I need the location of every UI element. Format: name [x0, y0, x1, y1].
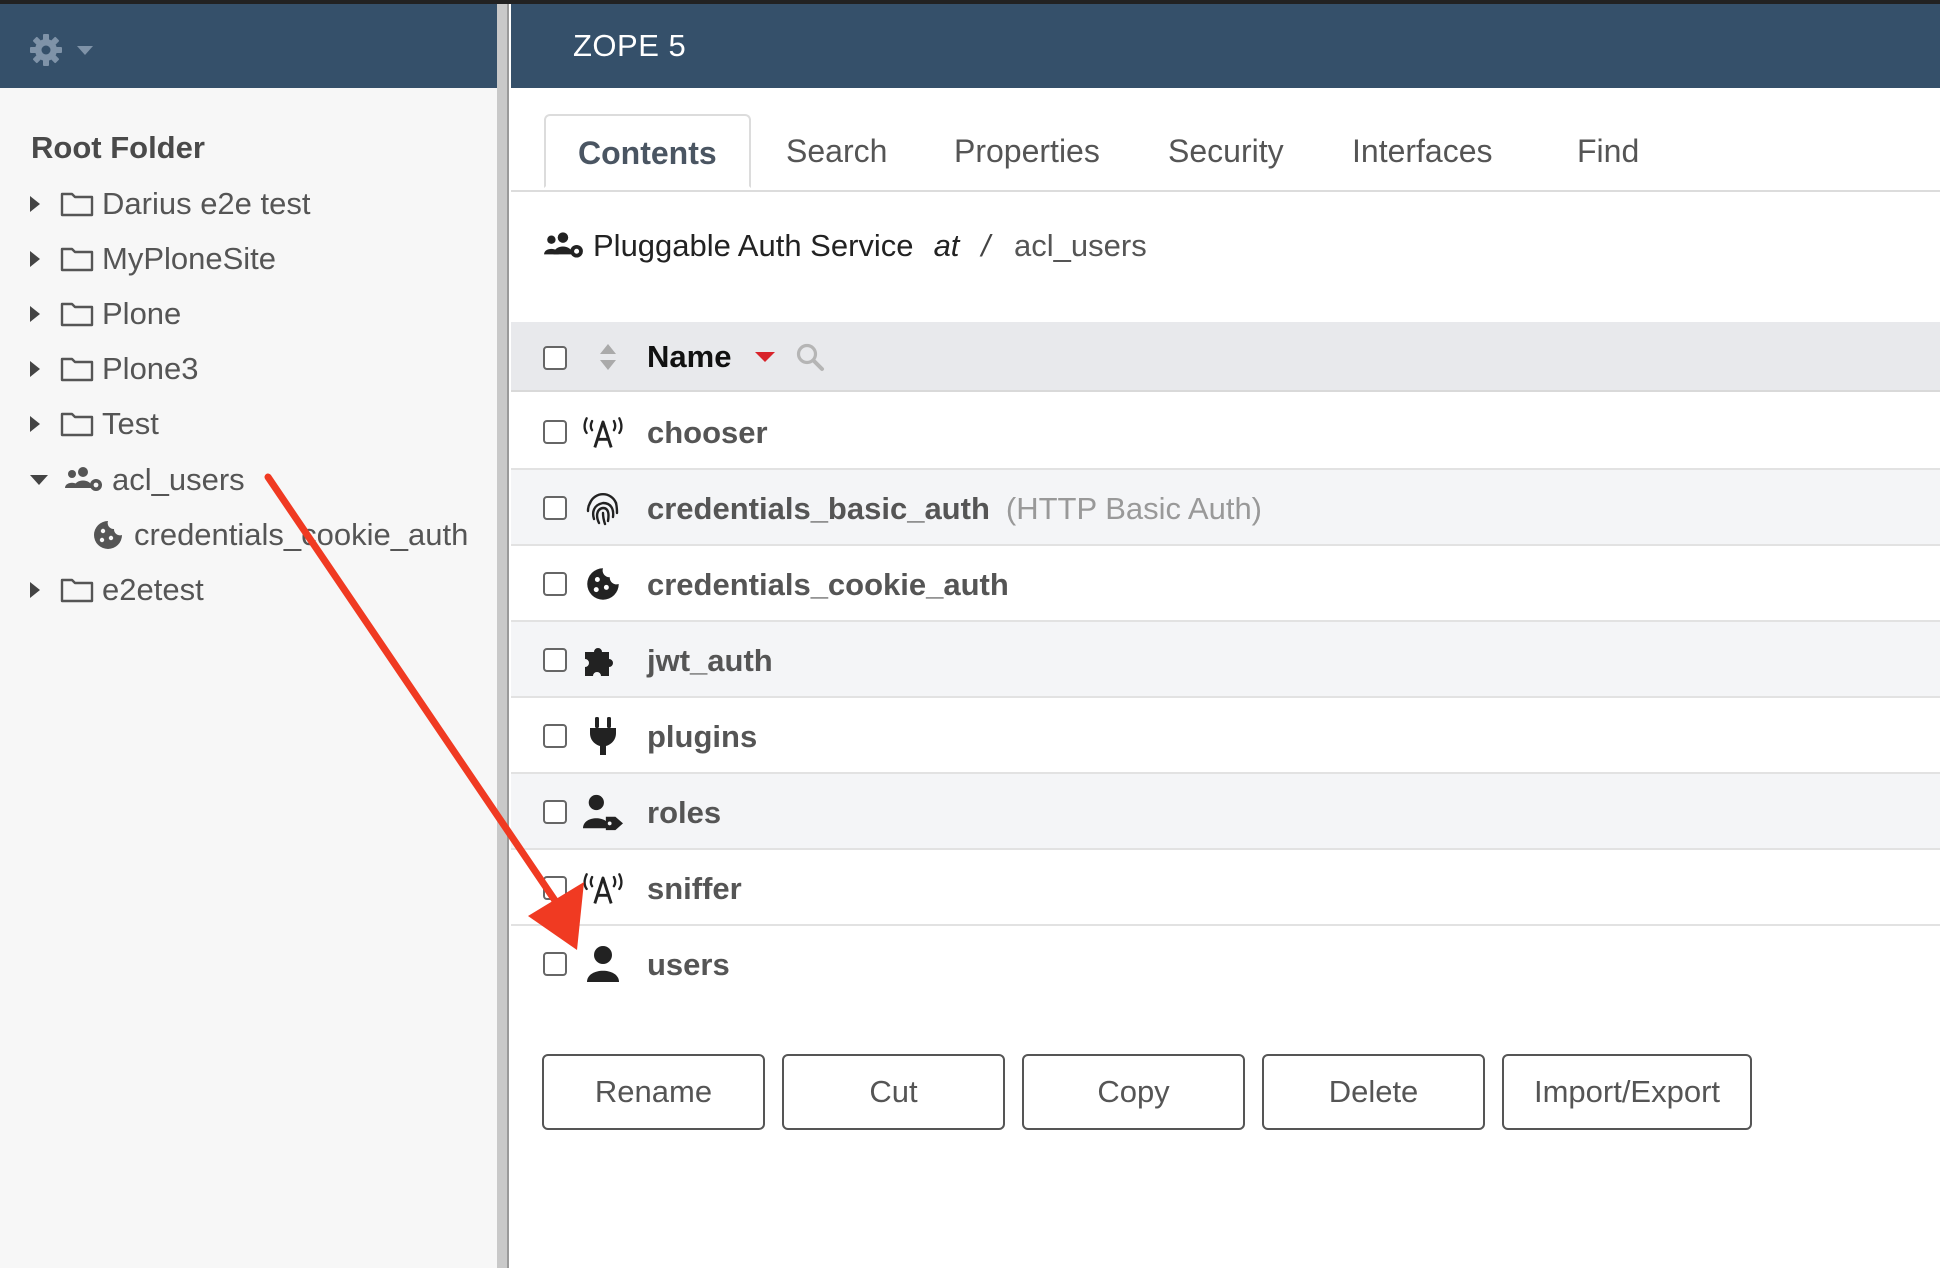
tree-item-label: Plone3 — [102, 351, 199, 386]
expand-triangle-icon[interactable] — [30, 306, 40, 322]
table-row[interactable]: credentials_cookie_auth — [511, 546, 1940, 622]
row-name-text[interactable]: credentials_basic_auth — [647, 491, 990, 526]
tab-security[interactable]: Security — [1168, 124, 1284, 178]
cut-button[interactable]: Cut — [782, 1054, 1005, 1130]
row-checkbox[interactable] — [543, 648, 567, 672]
import-export-button[interactable]: Import/Export — [1502, 1054, 1752, 1130]
table-row[interactable]: plugins — [511, 698, 1940, 774]
row-checkbox[interactable] — [543, 876, 567, 900]
tree-item-label: credentials_cookie_auth — [134, 517, 469, 552]
panel-splitter[interactable] — [497, 4, 509, 1268]
search-icon[interactable] — [795, 342, 825, 372]
chevron-down-icon[interactable] — [77, 46, 93, 55]
main-content: ZOPE 5 Contents Search Properties Securi… — [511, 4, 1940, 1268]
rename-button[interactable]: Rename — [542, 1054, 765, 1130]
users-cog-icon — [544, 232, 583, 258]
row-checkbox[interactable] — [543, 496, 567, 520]
expand-triangle-icon[interactable] — [30, 251, 40, 267]
users-cog-icon — [64, 466, 104, 494]
table-row[interactable]: credentials_basic_auth (HTTP Basic Auth) — [511, 470, 1940, 546]
folder-icon — [60, 410, 94, 438]
collapse-triangle-icon[interactable] — [30, 475, 48, 485]
tree-item-plone3[interactable]: Plone3 — [30, 349, 199, 389]
navigation-panel: Root Folder Darius e2e test MyPloneSite … — [0, 4, 497, 1268]
tree-item-plone[interactable]: Plone — [30, 294, 181, 334]
tab-find[interactable]: Find — [1577, 124, 1639, 178]
tree-item-acl-users[interactable]: acl_users — [30, 460, 245, 500]
name-column-header[interactable]: Name — [647, 339, 731, 375]
cookie-icon — [92, 521, 126, 549]
breadcrumb-path[interactable]: acl_users — [1014, 228, 1147, 264]
row-checkbox[interactable] — [543, 724, 567, 748]
app-brand[interactable]: ZOPE 5 — [573, 28, 686, 64]
user-icon — [583, 944, 623, 984]
tab-interfaces[interactable]: Interfaces — [1352, 124, 1493, 178]
tree-item-darius-e2e-test[interactable]: Darius e2e test — [30, 184, 311, 224]
row-name-link[interactable]: jwt_auth — [647, 643, 773, 679]
tree-item-label: acl_users — [112, 462, 245, 497]
plug-icon — [583, 716, 623, 756]
folder-icon — [60, 245, 94, 273]
table-row[interactable]: chooser — [511, 394, 1940, 470]
copy-button[interactable]: Copy — [1022, 1054, 1245, 1130]
expand-triangle-icon[interactable] — [30, 361, 40, 377]
tree-item-label: Plone — [102, 296, 182, 331]
row-checkbox[interactable] — [543, 800, 567, 824]
table-header: Name — [511, 322, 1940, 392]
radio-tower-icon — [583, 412, 623, 452]
tree-item-label: Darius e2e test — [102, 186, 311, 221]
row-name-link[interactable]: sniffer — [647, 871, 742, 907]
row-name-link[interactable]: credentials_cookie_auth — [647, 567, 1009, 603]
breadcrumb-type: Pluggable Auth Service — [593, 228, 914, 263]
tree-item-myplonesite[interactable]: MyPloneSite — [30, 239, 276, 279]
breadcrumb-separator[interactable]: / — [981, 228, 990, 264]
navigation-header — [0, 4, 497, 88]
gear-icon[interactable] — [28, 32, 64, 68]
tree-root-title[interactable]: Root Folder — [31, 130, 205, 166]
table-row[interactable]: users — [511, 926, 1940, 1002]
row-name-link[interactable]: roles — [647, 795, 721, 831]
table-row[interactable]: sniffer — [511, 850, 1940, 926]
tree-item-label: e2etest — [102, 572, 204, 607]
row-checkbox[interactable] — [543, 952, 567, 976]
row-subtitle: (HTTP Basic Auth) — [1005, 491, 1263, 526]
expand-triangle-icon[interactable] — [30, 196, 40, 212]
row-name-link[interactable]: plugins — [647, 719, 757, 755]
tree-item-test[interactable]: Test — [30, 404, 159, 444]
breadcrumb: Pluggable Auth Service at / acl_users — [543, 224, 1147, 268]
expand-triangle-icon[interactable] — [30, 416, 40, 432]
tab-contents[interactable]: Contents — [544, 114, 751, 188]
table-row[interactable]: jwt_auth — [511, 622, 1940, 698]
sort-icon[interactable] — [599, 342, 617, 372]
tree-item-credentials-cookie-auth[interactable]: credentials_cookie_auth — [92, 515, 468, 555]
sort-caret-icon[interactable] — [755, 352, 775, 362]
row-name-link[interactable]: users — [647, 947, 730, 983]
tree-item-label: Test — [102, 406, 159, 441]
folder-icon — [60, 300, 94, 328]
folder-icon — [60, 576, 94, 604]
select-all-checkbox[interactable] — [543, 346, 567, 370]
tab-properties[interactable]: Properties — [954, 124, 1100, 178]
row-name-link[interactable]: chooser — [647, 415, 768, 451]
fingerprint-icon — [583, 488, 623, 528]
expand-triangle-icon[interactable] — [30, 582, 40, 598]
breadcrumb-at: at — [933, 228, 960, 263]
folder-icon — [60, 190, 94, 218]
row-checkbox[interactable] — [543, 420, 567, 444]
row-name-link[interactable]: credentials_basic_auth (HTTP Basic Auth) — [647, 491, 1262, 527]
puzzle-icon — [583, 640, 623, 680]
main-header: ZOPE 5 — [511, 4, 1940, 88]
folder-icon — [60, 355, 94, 383]
cookie-icon — [583, 564, 623, 604]
row-checkbox[interactable] — [543, 572, 567, 596]
user-tag-icon — [583, 792, 623, 832]
tree-item-label: MyPloneSite — [102, 241, 277, 276]
radio-tower-icon — [583, 868, 623, 908]
delete-button[interactable]: Delete — [1262, 1054, 1485, 1130]
table-row[interactable]: roles — [511, 774, 1940, 850]
tree-item-e2etest[interactable]: e2etest — [30, 570, 204, 610]
tab-bar: Contents Search Properties Security Inte… — [511, 114, 1940, 192]
tab-search[interactable]: Search — [786, 124, 887, 178]
